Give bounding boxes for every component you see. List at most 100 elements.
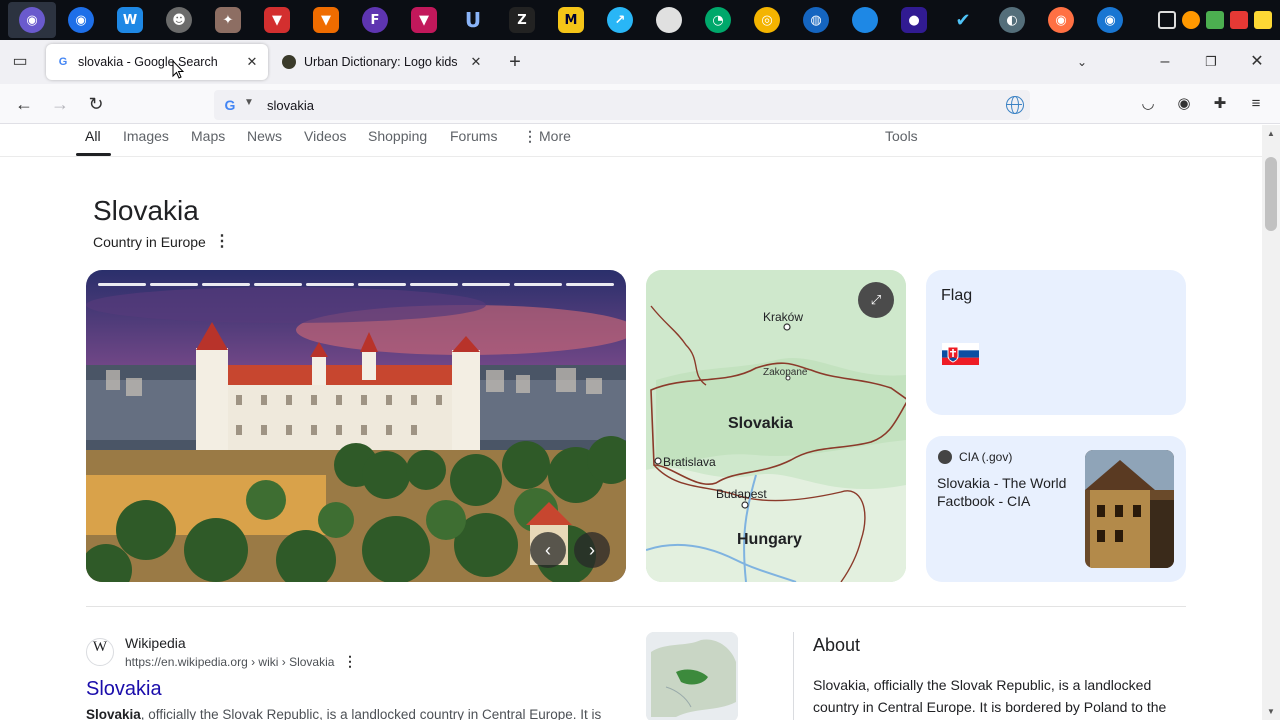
close-window-icon[interactable]: ✕ <box>1247 52 1267 72</box>
firefox-dev-icon[interactable]: ◉ <box>68 7 94 33</box>
about-heading: About <box>813 635 861 655</box>
tab-strip: ▭ G slovakia - Google Search ✕ Urban Dic… <box>0 40 1280 84</box>
pocket-icon[interactable]: ◡ <box>1137 93 1159 115</box>
google-search-engine-icon[interactable]: G <box>222 97 238 113</box>
about-text: Slovakia, officially the Slovak Republic… <box>813 677 1167 715</box>
feather-icon[interactable]: ✔ <box>950 7 976 33</box>
green-circle-icon[interactable]: ◔ <box>705 7 731 33</box>
tab-all[interactable]: All <box>85 128 101 144</box>
map-label-slovakia: Slovakia <box>728 415 793 432</box>
folder-tray-icon[interactable] <box>1254 11 1272 29</box>
snippet-bold: Slovakia <box>86 707 141 720</box>
fox-orange-icon[interactable]: ▼ <box>313 7 339 33</box>
tools-button[interactable]: Tools <box>885 128 918 144</box>
carousel-prev-button[interactable]: ‹ <box>530 532 566 568</box>
green-tray-icon[interactable] <box>1206 11 1224 29</box>
result-url[interactable]: https://en.wikipedia.org › wiki › Slovak… <box>125 655 334 669</box>
tab-list-icon[interactable]: ▭ <box>10 52 30 72</box>
cia-factbook-card[interactable]: CIA (.gov) Slovakia - The World Factbook… <box>926 436 1186 582</box>
more-options-icon[interactable]: ⋮ <box>214 231 230 251</box>
search-tabs: All Images Maps News Videos Shopping For… <box>0 125 1262 157</box>
result-site-name[interactable]: Wikipedia <box>125 635 186 651</box>
purple-app-icon[interactable]: ● <box>901 7 927 33</box>
windows-tray-icon[interactable] <box>1230 11 1248 29</box>
white-sphere-icon[interactable] <box>656 7 682 33</box>
map-card[interactable]: Kraków Zakopane Slovakia Bratislava Buda… <box>646 270 906 582</box>
firefox-nightly-icon[interactable]: ◉ <box>19 7 45 33</box>
edge-like-icon[interactable]: ◉ <box>1097 7 1123 33</box>
firefox-icon[interactable]: ◉ <box>1048 7 1074 33</box>
map-label-budapest: Budapest <box>716 487 767 501</box>
restore-icon[interactable]: ❐ <box>1201 52 1221 72</box>
raccoon-browser-icon[interactable]: ☻ <box>166 7 192 33</box>
address-bar[interactable]: G ▼ slovakia <box>214 90 1030 120</box>
reload-icon[interactable]: ↻ <box>85 93 107 115</box>
blue-sphere-icon[interactable] <box>852 7 878 33</box>
scroll-down-icon[interactable]: ▼ <box>1267 707 1275 716</box>
scroll-up-icon[interactable]: ▲ <box>1267 129 1275 138</box>
u-browser-icon[interactable]: U <box>460 7 486 33</box>
address-input[interactable]: slovakia <box>267 98 314 113</box>
slovakia-flag-image <box>942 343 979 365</box>
tab-maps[interactable]: Maps <box>191 128 225 144</box>
tab-images[interactable]: Images <box>123 128 169 144</box>
floorp-icon[interactable]: F <box>362 7 388 33</box>
page-scrollbar[interactable]: ▲ ▼ <box>1262 125 1280 720</box>
chrome-icon[interactable]: ◎ <box>754 7 780 33</box>
new-tab-icon[interactable]: + <box>505 52 525 72</box>
cia-seal-icon <box>938 450 952 464</box>
tab-google-search[interactable]: G slovakia - Google Search ✕ <box>46 44 268 80</box>
chevron-down-icon[interactable]: ▼ <box>244 97 254 108</box>
m-browser-icon[interactable]: M <box>558 7 584 33</box>
result-options-icon[interactable]: ⋮ <box>343 653 357 670</box>
tab-shopping[interactable]: Shopping <box>368 128 427 144</box>
close-tab-icon[interactable]: ✕ <box>466 54 486 70</box>
chevron-down-icon[interactable]: ⌄ <box>1072 52 1092 72</box>
blue-globe-icon[interactable]: ◍ <box>803 7 829 33</box>
translate-globe-icon[interactable] <box>1006 96 1024 114</box>
expand-map-icon[interactable]: ⤢ <box>858 282 894 318</box>
back-icon[interactable]: ← <box>13 93 35 115</box>
tab-forums[interactable]: Forums <box>450 128 497 144</box>
tab-title: Urban Dictionary: Logo kids <box>304 55 458 69</box>
carousel-next-button[interactable]: › <box>574 532 610 568</box>
map-label-krakow: Kraków <box>763 310 804 324</box>
zen-icon[interactable]: Z <box>509 7 535 33</box>
vertical-divider <box>793 632 794 720</box>
menu-icon[interactable]: ≡ <box>1245 93 1267 115</box>
waterfox-icon[interactable]: W <box>117 7 143 33</box>
google-icon: G <box>58 56 68 68</box>
close-tab-icon[interactable]: ✕ <box>242 54 262 70</box>
map-label-zakopane: Zakopane <box>763 367 808 378</box>
scroll-thumb[interactable] <box>1265 157 1277 231</box>
snippet-text: , officially the Slovak Republic, is a l… <box>140 707 602 720</box>
tab-more[interactable]: More <box>539 128 571 144</box>
account-icon[interactable]: ◉ <box>1173 93 1195 115</box>
navigation-bar: ← → ↻ G ▼ slovakia ◡ ◉ ✚ ≡ <box>0 84 1280 124</box>
wikipedia-map-thumbnail[interactable] <box>646 632 738 720</box>
minimize-icon[interactable]: – <box>1155 52 1175 72</box>
copy-tray-icon[interactable] <box>1158 11 1176 29</box>
fox-pink-icon[interactable]: ▼ <box>411 7 437 33</box>
swift-icon[interactable]: ↗ <box>607 7 633 33</box>
extensions-icon[interactable]: ✚ <box>1209 93 1231 115</box>
forward-icon[interactable]: → <box>49 93 71 115</box>
section-divider <box>86 606 1186 607</box>
page-content: All Images Maps News Videos Shopping For… <box>0 125 1262 720</box>
animal-browser-icon[interactable]: ✦ <box>215 7 241 33</box>
fox-red-icon[interactable]: ▼ <box>264 7 290 33</box>
cia-title[interactable]: Slovakia - The World Factbook - CIA <box>937 474 1082 510</box>
search-tray-icon[interactable] <box>1182 11 1200 29</box>
taskbar: ◉ ◉ W ☻ ✦ ▼ ▼ F ▼ U Z M ↗ ◔ ◎ ◍ ● ✔ ◐ ◉ … <box>0 0 1280 40</box>
wikipedia-logo-icon: W <box>86 638 114 666</box>
tab-title: slovakia - Google Search <box>78 55 218 69</box>
tab-videos[interactable]: Videos <box>304 128 347 144</box>
hero-image-carousel[interactable]: ‹ › <box>86 270 626 582</box>
knowledge-panel-title: Slovakia <box>93 195 199 226</box>
globe-app-icon[interactable]: ◐ <box>999 7 1025 33</box>
tab-urban-dictionary[interactable]: Urban Dictionary: Logo kids ✕ <box>272 44 492 80</box>
flag-card[interactable]: Flag <box>926 270 1186 415</box>
result-title-link[interactable]: Slovakia <box>86 678 162 701</box>
more-vertical-icon[interactable]: ⋮ <box>523 128 537 145</box>
tab-news[interactable]: News <box>247 128 282 144</box>
